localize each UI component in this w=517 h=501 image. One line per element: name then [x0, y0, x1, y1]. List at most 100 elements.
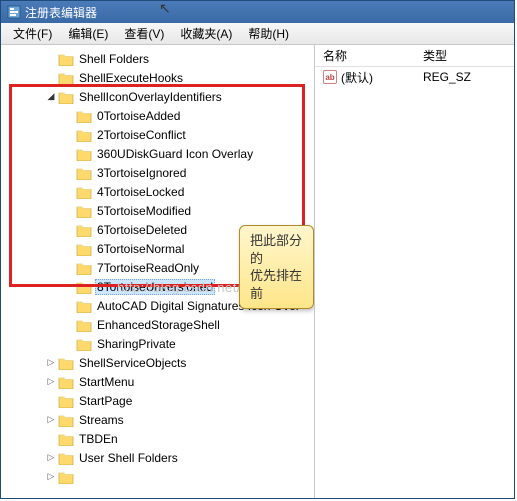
tree-item-label: User Shell Folders	[77, 450, 180, 466]
callout-tooltip: 把此部分的 优先排在前	[239, 225, 314, 309]
folder-icon	[76, 185, 92, 199]
menu-view[interactable]: 查看(V)	[116, 23, 172, 44]
tree-item-label: ShellServiceObjects	[77, 355, 188, 371]
tree-item-label	[77, 476, 81, 478]
content: http://blog.csdn.net/tcjy1000 Shell Fold…	[1, 45, 514, 498]
folder-icon	[76, 242, 92, 256]
tree-item-label: 7TortoiseReadOnly	[95, 260, 201, 276]
toggle-placeholder	[63, 110, 75, 122]
folder-icon	[76, 109, 92, 123]
toggle-placeholder	[63, 205, 75, 217]
folder-icon	[76, 337, 92, 351]
tree-item-label: StartPage	[77, 393, 134, 409]
tree-item-label: 2TortoiseConflict	[95, 127, 188, 143]
list-header: 名称 类型	[315, 45, 514, 67]
list-pane: 名称 类型 ab (默认) REG_SZ	[315, 45, 514, 498]
tree-item-label: Streams	[77, 412, 126, 428]
app-icon	[7, 5, 21, 19]
tree-item-label: EnhancedStorageShell	[95, 317, 222, 333]
tree-item[interactable]: ▷ Streams	[3, 410, 314, 429]
folder-icon	[58, 90, 74, 104]
list-row-default[interactable]: ab (默认) REG_SZ	[315, 67, 514, 87]
tree-item-label: 3TortoiseIgnored	[95, 165, 188, 181]
folder-icon	[76, 204, 92, 218]
tree-item-label: 6TortoiseDeleted	[95, 222, 189, 238]
toggle-placeholder	[63, 129, 75, 141]
tree-item[interactable]: 0TortoiseAdded	[3, 106, 314, 125]
toggle-placeholder	[45, 53, 57, 65]
string-value-icon: ab	[323, 70, 337, 84]
tree-item-label: ShellIconOverlayIdentifiers	[77, 89, 224, 105]
toggle-placeholder	[63, 224, 75, 236]
tree-item-label: 4TortoiseLocked	[95, 184, 186, 200]
tree-item[interactable]: 3TortoiseIgnored	[3, 163, 314, 182]
toggle-placeholder	[63, 262, 75, 274]
window: 注册表编辑器 文件(F) 编辑(E) 查看(V) 收藏夹(A) 帮助(H) ht…	[0, 0, 515, 499]
folder-icon	[76, 128, 92, 142]
toggle-placeholder	[63, 148, 75, 160]
tree-item[interactable]: 2TortoiseConflict	[3, 125, 314, 144]
tree-item[interactable]: EnhancedStorageShell	[3, 315, 314, 334]
callout-line1: 把此部分的	[250, 232, 303, 267]
folder-icon	[58, 451, 74, 465]
toggle-placeholder	[63, 281, 75, 293]
folder-icon	[58, 52, 74, 66]
toggle-placeholder	[63, 243, 75, 255]
toggle-placeholder	[45, 72, 57, 84]
expand-icon[interactable]: ▷	[45, 414, 57, 426]
toggle-placeholder	[63, 186, 75, 198]
folder-icon	[58, 394, 74, 408]
folder-icon	[76, 318, 92, 332]
titlebar: 注册表编辑器	[1, 1, 514, 23]
expand-icon[interactable]: ▷	[45, 452, 57, 464]
tree-item-label: 0TortoiseAdded	[95, 108, 182, 124]
folder-icon	[76, 261, 92, 275]
toggle-placeholder	[63, 319, 75, 331]
tree-item-label: Shell Folders	[77, 51, 151, 67]
tree-item-label: TBDEn	[77, 431, 120, 447]
menu-favorites[interactable]: 收藏夹(A)	[172, 23, 240, 44]
toggle-placeholder	[45, 395, 57, 407]
folder-icon	[76, 147, 92, 161]
tree-item[interactable]: 4TortoiseLocked	[3, 182, 314, 201]
menu-edit[interactable]: 编辑(E)	[60, 23, 116, 44]
tree-item[interactable]: ▷ StartMenu	[3, 372, 314, 391]
col-name[interactable]: 名称	[315, 45, 415, 66]
folder-icon	[58, 413, 74, 427]
toggle-placeholder	[63, 338, 75, 350]
tree-item[interactable]: ▷ ShellServiceObjects	[3, 353, 314, 372]
tree-item[interactable]: StartPage	[3, 391, 314, 410]
tree-item[interactable]: TBDEn	[3, 429, 314, 448]
folder-icon	[76, 166, 92, 180]
tree-item-label: 6TortoiseNormal	[95, 241, 186, 257]
tree-item[interactable]: ▷	[3, 467, 314, 486]
tree-item-label: 5TortoiseModified	[95, 203, 193, 219]
folder-icon	[58, 375, 74, 389]
tree-item-label: SharingPrivate	[95, 336, 178, 352]
tree-item[interactable]: 5TortoiseModified	[3, 201, 314, 220]
tree-item-label: ShellExecuteHooks	[77, 70, 185, 86]
tree-item[interactable]: 360UDiskGuard Icon Overlay	[3, 144, 314, 163]
collapse-icon[interactable]: ◢	[45, 91, 57, 103]
tree-item[interactable]: ▷ User Shell Folders	[3, 448, 314, 467]
tree-item[interactable]: Shell Folders	[3, 49, 314, 68]
tree-item-label: 360UDiskGuard Icon Overlay	[95, 146, 255, 162]
value-name: (默认)	[341, 69, 373, 86]
expand-icon[interactable]: ▷	[45, 471, 57, 483]
menu-help[interactable]: 帮助(H)	[240, 23, 297, 44]
col-type[interactable]: 类型	[415, 45, 455, 66]
menu-file[interactable]: 文件(F)	[5, 23, 60, 44]
window-title: 注册表编辑器	[25, 4, 97, 21]
toggle-placeholder	[63, 300, 75, 312]
tree-item-label: StartMenu	[77, 374, 136, 390]
toggle-placeholder	[45, 433, 57, 445]
tree-pane: http://blog.csdn.net/tcjy1000 Shell Fold…	[1, 45, 315, 498]
folder-icon	[58, 71, 74, 85]
tree-item[interactable]: ShellExecuteHooks	[3, 68, 314, 87]
expand-icon[interactable]: ▷	[45, 376, 57, 388]
tree-item[interactable]: SharingPrivate	[3, 334, 314, 353]
expand-icon[interactable]: ▷	[45, 357, 57, 369]
toggle-placeholder	[63, 167, 75, 179]
tree-item[interactable]: ◢ ShellIconOverlayIdentifiers	[3, 87, 314, 106]
folder-icon	[58, 432, 74, 446]
